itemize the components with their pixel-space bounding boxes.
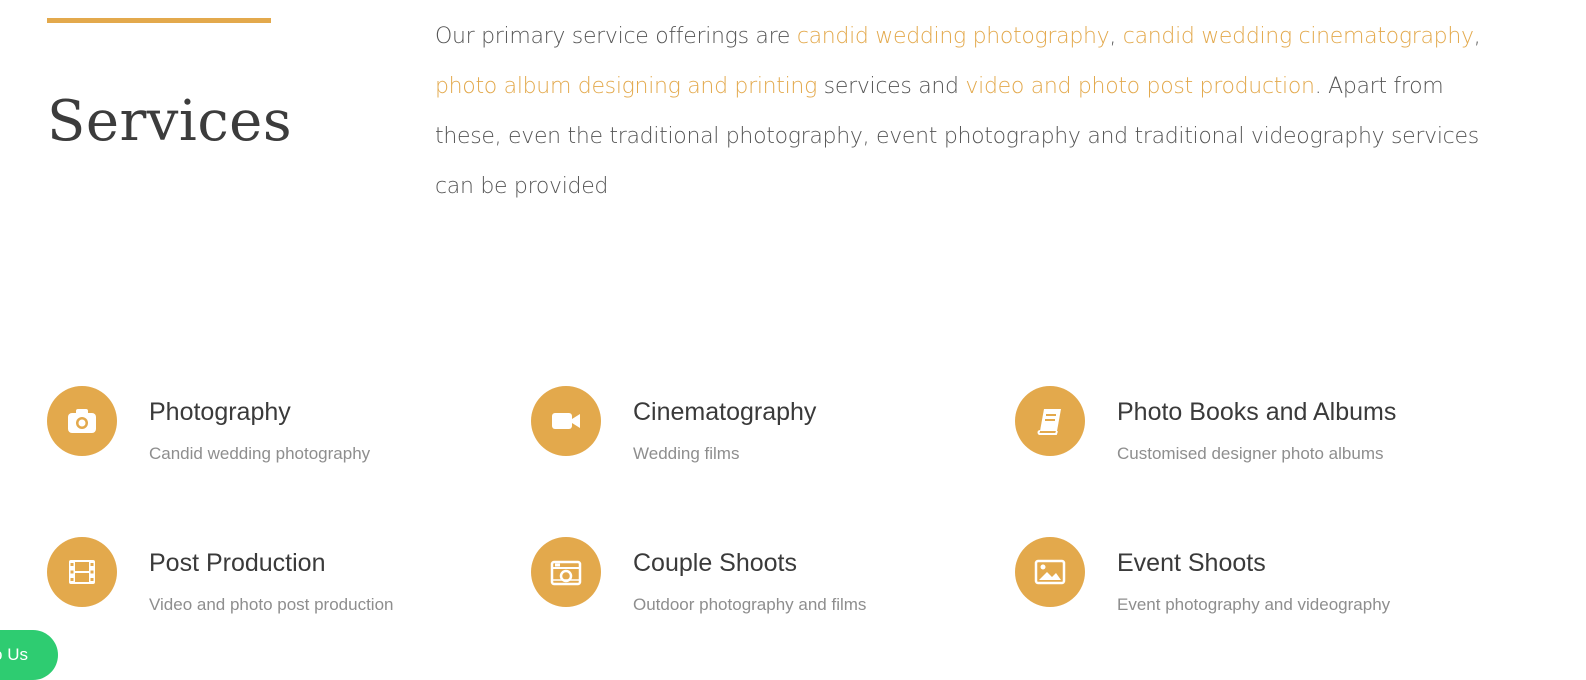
service-description: Customised designer photo albums [1117,444,1384,463]
book-icon [1015,386,1085,456]
polaroid-camera-icon [531,537,601,607]
image-icon [1015,537,1085,607]
service-description: Wedding films [633,444,740,463]
service-title: Cinematography [633,398,817,426]
service-item-photography: Photography Candid wedding photography [47,386,531,466]
service-title: Event Shoots [1117,549,1266,577]
camera-icon [47,386,117,456]
link-post-production[interactable]: video and photo post production [965,74,1315,99]
service-description: Candid wedding photography [149,444,371,463]
services-grid: Photography Candid wedding photography C… [47,386,1507,617]
film-icon [47,537,117,607]
service-title: Post Production [149,549,326,577]
video-camera-icon [531,386,601,456]
intro-separator: , [1473,24,1481,49]
link-photo-album-designing[interactable]: photo album designing and printing [435,74,817,99]
service-description: Outdoor photography and films [633,595,867,614]
service-item-post-production: Post Production Video and photo post pro… [47,537,531,617]
intro-separator: , [1109,24,1123,49]
service-description: Event photography and videography [1117,595,1391,614]
title-accent-rule [47,18,271,23]
service-title: Photo Books and Albums [1117,398,1397,426]
service-item-cinematography: Cinematography Wedding films [531,386,1015,466]
service-item-photo-books: Photo Books and Albums Customised design… [1015,386,1499,466]
service-item-couple-shoots: Couple Shoots Outdoor photography and fi… [531,537,1015,617]
service-title: Couple Shoots [633,549,798,577]
service-item-event-shoots: Event Shoots Event photography and video… [1015,537,1499,617]
link-candid-wedding-cinematography[interactable]: candid wedding cinematography [1123,24,1474,49]
contact-us-floating-button[interactable]: o Us [0,630,58,680]
link-candid-wedding-photography[interactable]: candid wedding photography [797,24,1110,49]
intro-middle: services and [816,74,966,99]
service-description: Video and photo post production [149,595,394,614]
intro-prefix: Our primary service offerings are [435,24,797,49]
intro-paragraph: Our primary service offerings are candid… [435,12,1501,212]
section-title: Services [47,89,293,154]
service-title: Photography [149,398,291,426]
